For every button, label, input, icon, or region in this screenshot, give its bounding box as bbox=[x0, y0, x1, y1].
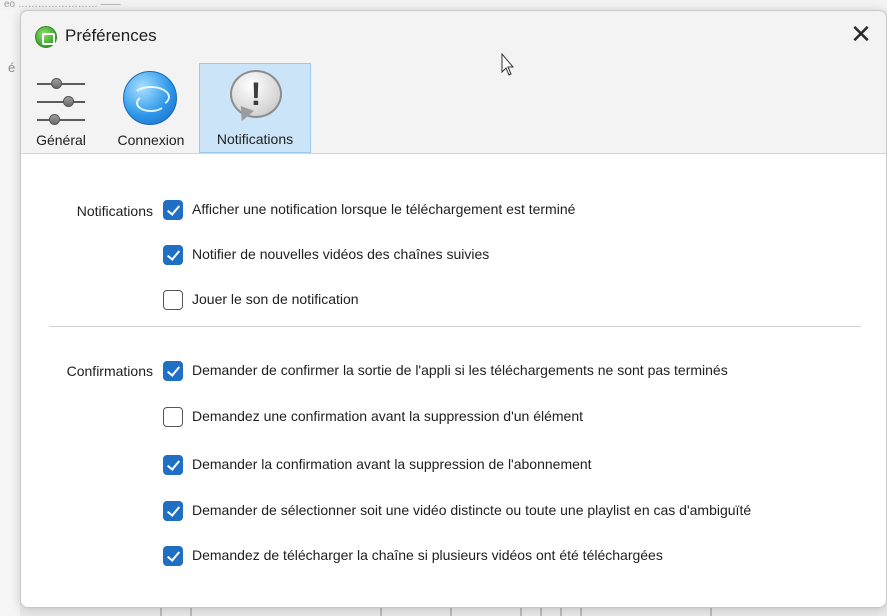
checkbox-ask-video-or-playlist[interactable] bbox=[163, 501, 183, 521]
option-label: Notifier de nouvelles vidéos des chaînes… bbox=[192, 246, 490, 262]
option-label: Demandez une confirmation avant la suppr… bbox=[192, 408, 584, 424]
option-label: Afficher une notification lorsque le tél… bbox=[192, 201, 576, 217]
checkbox-notify-new-videos[interactable] bbox=[163, 245, 183, 265]
tab-connexion-label: Connexion bbox=[117, 132, 185, 148]
confirmations-section-label: Confirmations bbox=[66, 363, 153, 379]
background-side-text: é bbox=[8, 60, 16, 75]
checkbox-notify-download-complete[interactable] bbox=[163, 200, 183, 220]
tab-connexion[interactable]: Connexion bbox=[109, 63, 193, 153]
checkbox-confirm-exit[interactable] bbox=[163, 361, 183, 381]
alert-bubble-icon: ! bbox=[230, 70, 282, 124]
option-label: Demandez de télécharger la chaîne si plu… bbox=[192, 547, 663, 563]
tab-notifications-label: Notifications bbox=[216, 131, 294, 147]
preferences-dialog: Préférences ✕ Général Connexion ! Notifi… bbox=[20, 10, 887, 608]
option-label: Jouer le son de notification bbox=[192, 291, 359, 307]
app-logo-icon bbox=[35, 26, 57, 48]
option-label: Demander de sélectionner soit une vidéo … bbox=[192, 502, 752, 518]
checkbox-ask-download-channel[interactable] bbox=[163, 546, 183, 566]
background-title-strip: eo …………………… —— bbox=[0, 0, 887, 10]
globe-icon bbox=[123, 71, 177, 125]
option-label: Demander la confirmation avant la suppre… bbox=[192, 456, 592, 472]
option-label: Demander de confirmer la sortie de l'app… bbox=[192, 362, 728, 378]
notifications-section-label: Notifications bbox=[76, 203, 153, 219]
tab-notifications[interactable]: ! Notifications bbox=[199, 63, 311, 153]
checkbox-play-sound[interactable] bbox=[163, 290, 183, 310]
dialog-title: Préférences bbox=[65, 26, 157, 45]
tab-general-label: Général bbox=[36, 132, 86, 148]
background-sidebar: é bbox=[0, 10, 20, 616]
section-divider bbox=[49, 326, 861, 327]
close-button[interactable]: ✕ bbox=[847, 21, 875, 49]
checkbox-confirm-delete-item[interactable] bbox=[163, 407, 183, 427]
sliders-icon bbox=[37, 71, 85, 125]
mouse-cursor-icon bbox=[501, 53, 515, 76]
checkbox-confirm-unsubscribe[interactable] bbox=[163, 455, 183, 475]
dialog-header: Préférences ✕ Général Connexion ! Notifi… bbox=[21, 11, 886, 154]
tab-general[interactable]: Général bbox=[29, 63, 93, 153]
